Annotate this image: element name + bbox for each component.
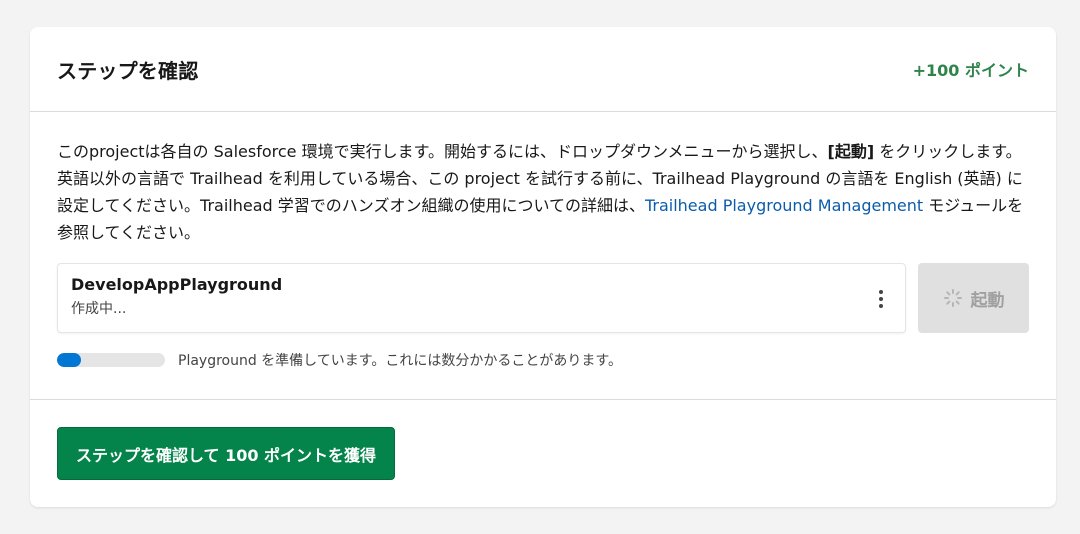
- org-status: 作成中...: [71, 301, 127, 317]
- more-options-icon[interactable]: [869, 287, 893, 311]
- instructions-text: このprojectは各自の Salesforce 環境で実行します。開始するには…: [57, 138, 1032, 246]
- launch-button-label: 起動: [970, 290, 1005, 311]
- spinner-icon: [943, 289, 962, 307]
- instructions-part1: このprojectは各自の Salesforce 環境で実行します。開始するには…: [57, 142, 828, 161]
- org-row: DevelopAppPlayground 作成中... 起動: [57, 263, 1029, 333]
- launch-button[interactable]: 起動: [918, 263, 1029, 333]
- org-name: DevelopAppPlayground: [71, 275, 283, 294]
- card-body: このprojectは各自の Salesforce 環境で実行します。開始するには…: [30, 112, 1056, 370]
- progress-fill: [57, 353, 81, 367]
- playground-management-link[interactable]: Trailhead Playground Management: [645, 196, 923, 215]
- challenge-card: ステップを確認 +100 ポイント このprojectは各自の Salesfor…: [30, 27, 1056, 507]
- instructions-launch-ref: [起動]: [827, 142, 875, 161]
- card-title: ステップを確認: [57, 58, 199, 83]
- verify-step-button[interactable]: ステップを確認して 100 ポイントを獲得: [57, 427, 396, 480]
- org-selector[interactable]: DevelopAppPlayground 作成中...: [57, 263, 906, 333]
- points-badge: +100 ポイント: [912, 61, 1029, 80]
- card-footer: ステップを確認して 100 ポイントを獲得: [30, 399, 1056, 480]
- card-header: ステップを確認 +100 ポイント: [30, 27, 1056, 112]
- progress-text: Playground を準備しています。これには数分かかることがあります。: [178, 353, 622, 369]
- progress-row: Playground を準備しています。これには数分かかることがあります。: [57, 350, 1029, 370]
- progress-bar: [57, 353, 165, 367]
